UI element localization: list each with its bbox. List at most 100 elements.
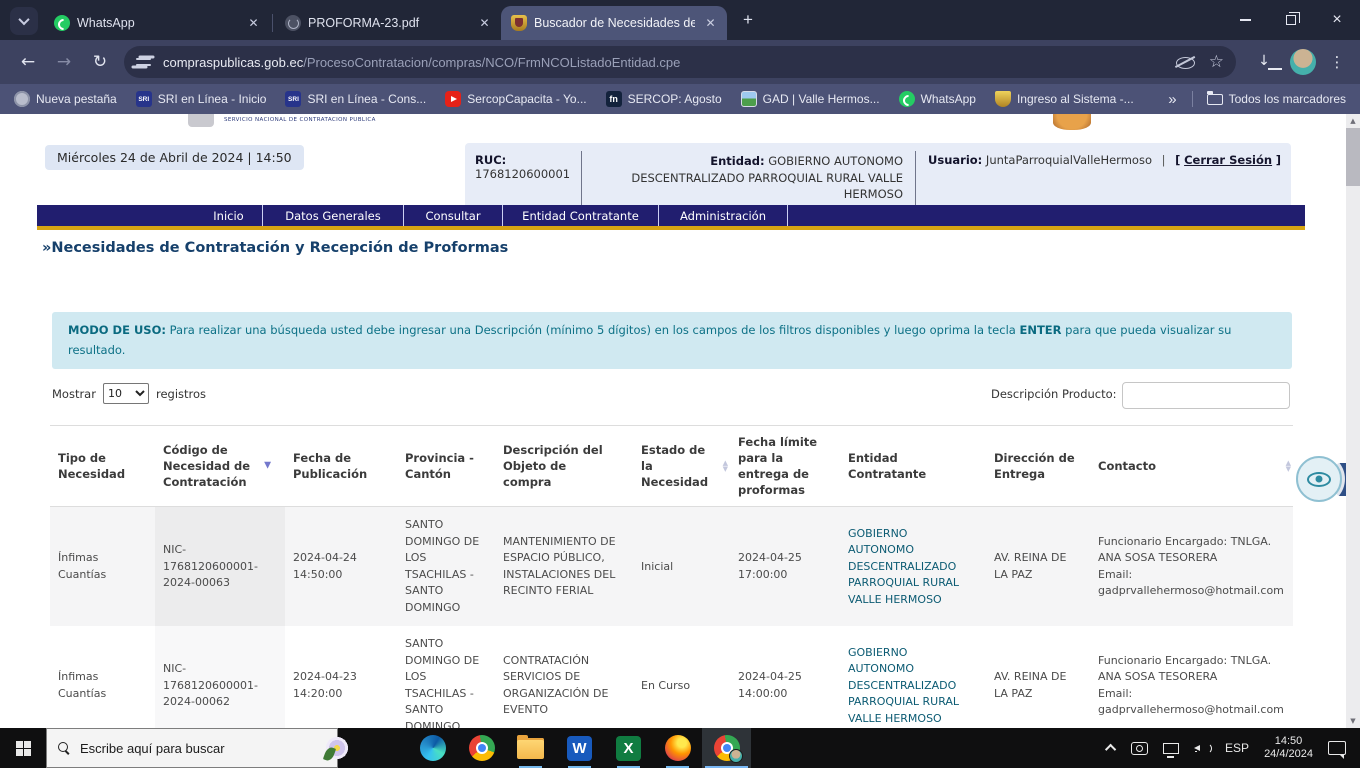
site-settings-icon[interactable] [136, 56, 152, 68]
eye-off-icon[interactable] [1175, 55, 1195, 69]
close-icon[interactable]: ✕ [245, 15, 262, 32]
datetime-badge: Miércoles 24 de Abril de 2024 | 14:50 [45, 145, 304, 170]
gold-divider [37, 226, 1305, 230]
header-codigo-necesidad[interactable]: Código de Necesidad de Contratación▼ [155, 426, 285, 507]
bookmark-ingreso-sistema[interactable]: Ingreso al Sistema -... [995, 91, 1134, 107]
tab-separator [272, 14, 273, 32]
cell-direccion: AV. REINA DE LA PAZ [986, 626, 1090, 728]
menu-kebab-icon[interactable]: ⋮ [1324, 53, 1350, 71]
header-entidad-contratante[interactable]: Entidad Contratante [840, 426, 986, 507]
header-contacto[interactable]: Contacto▲▼ [1090, 426, 1293, 507]
tab-search-button[interactable] [10, 7, 38, 35]
taskbar-file-explorer[interactable] [506, 728, 555, 768]
header-estado-necesidad[interactable]: Estado de la Necesidad▲▼ [633, 426, 730, 507]
network-icon[interactable] [1163, 743, 1179, 754]
taskbar-apps: W X [408, 728, 751, 768]
ruc-section: RUC: 1768120600001 [475, 151, 582, 205]
clock-time: 14:50 [1264, 735, 1313, 749]
close-window-button[interactable]: × [1314, 0, 1360, 40]
bookmark-sri-inicio[interactable]: SRI SRI en Línea - Inicio [136, 91, 267, 107]
entidad-label: Entidad: [710, 154, 764, 168]
youtube-icon [445, 91, 461, 107]
reload-button[interactable]: ↻ [82, 45, 118, 79]
forward-button[interactable]: → [46, 45, 82, 79]
new-tab-button[interactable]: + [733, 5, 763, 35]
taskbar-firefox[interactable] [653, 728, 702, 768]
accessibility-widget-button[interactable] [1296, 456, 1342, 502]
bookmark-gad-valle-hermoso[interactable]: GAD | Valle Hermos... [741, 91, 880, 107]
header-descripcion-objeto[interactable]: Descripción del Objeto de compra [495, 426, 633, 507]
bookmarks-overflow-button[interactable]: » [1168, 91, 1177, 108]
nav-item-consultar[interactable]: Consultar [403, 205, 502, 226]
taskbar-search-box[interactable]: Escribe aquí para buscar [46, 728, 338, 768]
start-button[interactable] [0, 728, 46, 768]
search-placeholder: Escribe aquí para buscar [80, 741, 225, 756]
windows-logo-icon [16, 741, 31, 756]
folder-icon [1207, 94, 1223, 105]
product-description-input[interactable] [1122, 382, 1290, 409]
header-tipo-necesidad[interactable]: Tipo de Necesidad [50, 426, 155, 507]
logout-link[interactable]: Cerrar Sesión [1184, 153, 1272, 167]
bookmark-sri-consultas[interactable]: SRI SRI en Línea - Cons... [285, 91, 426, 107]
restore-button[interactable] [1268, 0, 1314, 40]
bookmark-sercop-agosto[interactable]: fn SERCOP: Agosto [606, 91, 722, 107]
volume-icon[interactable] [1194, 742, 1210, 754]
sort-desc-icon: ▼ [264, 460, 271, 473]
downloads-button[interactable]: ↓ [1246, 55, 1282, 70]
scroll-up-icon[interactable]: ▲ [1350, 114, 1355, 128]
bookmark-sercopcapacita[interactable]: SercopCapacita - Yo... [445, 91, 586, 107]
chrome-icon [469, 735, 495, 761]
nav-item-entidad-contratante[interactable]: Entidad Contratante [502, 205, 658, 226]
whatsapp-icon [899, 91, 915, 107]
close-icon[interactable]: ✕ [702, 15, 719, 32]
taskbar-word[interactable]: W [555, 728, 604, 768]
meet-now-icon[interactable] [1131, 742, 1148, 755]
page-length-select[interactable]: 10 [103, 383, 149, 404]
tray-expand-icon[interactable] [1105, 744, 1116, 755]
table-row: Ínfimas Cuantías NIC-1768120600001-2024-… [50, 507, 1293, 627]
taskbar-excel[interactable]: X [604, 728, 653, 768]
nav-item-datos-generales[interactable]: Datos Generales [262, 205, 403, 226]
tab-proforma-pdf[interactable]: PROFORMA-23.pdf ✕ [275, 6, 501, 40]
nav-item-administracion[interactable]: Administración [658, 205, 788, 226]
sort-icons: ▲▼ [1286, 460, 1291, 472]
header-direccion-entrega[interactable]: Dirección de Entrega [986, 426, 1090, 507]
session-info-panel: RUC: 1768120600001 Entidad: GOBIERNO AUT… [465, 143, 1291, 213]
address-bar[interactable]: compraspublicas.gob.ec/ProcesoContrataci… [124, 46, 1236, 78]
all-bookmarks-button[interactable]: Todos los marcadores [1207, 92, 1346, 106]
action-center-icon[interactable] [1328, 741, 1346, 755]
bookmark-nueva-pestana[interactable]: Nueva pestaña [14, 91, 117, 107]
gad-icon [741, 91, 757, 107]
header-fecha-limite[interactable]: Fecha límite para la entrega de proforma… [730, 426, 840, 507]
tab-buscador-necesidades[interactable]: Buscador de Necesidades de Co ✕ [501, 6, 727, 40]
profile-avatar[interactable] [1290, 49, 1316, 75]
cell-tipo: Ínfimas Cuantías [50, 507, 155, 627]
header-fecha-publicacion[interactable]: Fecha de Publicación [285, 426, 397, 507]
bookmark-star-icon[interactable]: ☆ [1209, 52, 1224, 72]
cell-entidad-link[interactable]: GOBIERNO AUTONOMO DESCENTRALIZADO PARROQ… [840, 626, 986, 728]
bookmark-whatsapp[interactable]: WhatsApp [899, 91, 976, 107]
language-indicator[interactable]: ESP [1225, 741, 1249, 755]
taskbar-chrome[interactable] [457, 728, 506, 768]
close-icon[interactable]: ✕ [476, 15, 493, 32]
cell-codigo: NIC-1768120600001-2024-00063 [155, 507, 285, 627]
cell-contacto: Funcionario Encargado: TNLGA. ANA SOSA T… [1090, 507, 1293, 627]
browser-toolbar: ← → ↻ compraspublicas.gob.ec/ProcesoCont… [0, 40, 1360, 84]
scroll-down-icon[interactable]: ▼ [1350, 714, 1355, 728]
usage-instructions-box: MODO DE USO: Para realizar una búsqueda … [52, 312, 1292, 369]
nav-item-inicio[interactable]: Inicio [195, 205, 262, 226]
header-provincia-canton[interactable]: Provincia - Cantón [397, 426, 495, 507]
taskbar-clock[interactable]: 14:50 24/4/2024 [1264, 735, 1313, 762]
back-button[interactable]: ← [10, 45, 46, 79]
tab-whatsapp[interactable]: WhatsApp ✕ [44, 6, 270, 40]
minimize-button[interactable] [1222, 0, 1268, 40]
cell-codigo: NIC-1768120600001-2024-00062 [155, 626, 285, 728]
word-icon: W [567, 736, 592, 761]
cell-contacto: Funcionario Encargado: TNLGA. ANA SOSA T… [1090, 626, 1293, 728]
scrollbar-thumb[interactable] [1346, 128, 1360, 186]
page-scrollbar[interactable]: ▲ ▼ [1346, 114, 1360, 728]
taskbar-edge[interactable] [408, 728, 457, 768]
cell-entidad-link[interactable]: GOBIERNO AUTONOMO DESCENTRALIZADO PARROQ… [840, 507, 986, 627]
cell-fecha-publicacion: 2024-04-23 14:20:00 [285, 626, 397, 728]
taskbar-chrome-active[interactable] [702, 728, 751, 768]
